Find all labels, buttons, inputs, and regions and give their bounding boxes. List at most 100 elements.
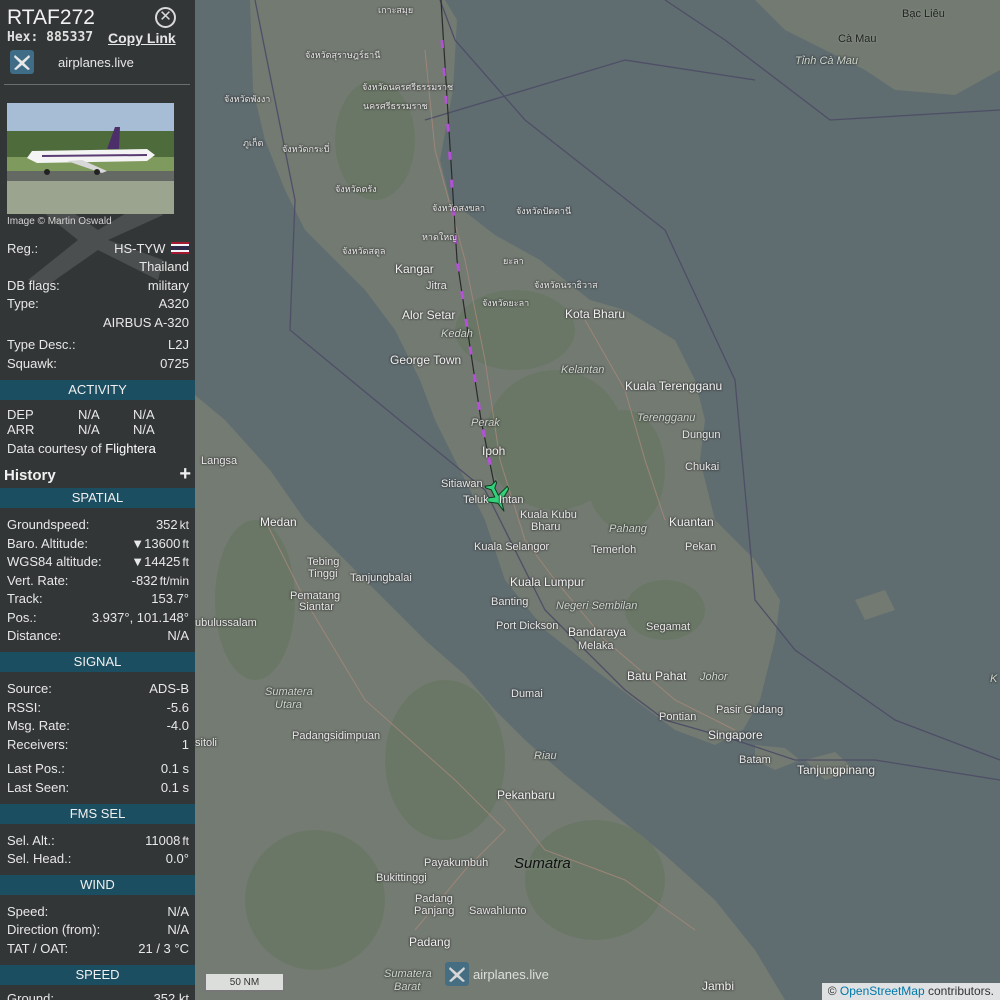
spatial-section-header: SPATIAL xyxy=(0,488,195,508)
map-label: Negeri Sembilan xyxy=(556,600,638,612)
baro-altitude-value-wrap: ▼13600 ft xyxy=(131,536,189,551)
map-label: George Town xyxy=(390,353,462,367)
map-label: Kuala Lumpur xyxy=(510,575,585,589)
hex-value: 885337 xyxy=(46,30,94,45)
openstreetmap-link[interactable]: OpenStreetMap xyxy=(840,984,925,998)
source-value: ADS-B xyxy=(149,681,189,696)
history-toggle[interactable]: History + xyxy=(0,463,195,488)
type-name-value: AIRBUS A-320 xyxy=(103,315,189,330)
thailand-flag-icon xyxy=(171,242,189,254)
distance-value: N/A xyxy=(167,628,189,643)
track-row: Track: 153.7° xyxy=(7,591,189,609)
history-label: History xyxy=(4,467,56,484)
map-label: Kota Bharu xyxy=(565,307,626,321)
map-label: ภูเก็ต xyxy=(243,138,264,148)
wind-direction-value: N/A xyxy=(167,922,189,937)
map-label: Payakumbuh xyxy=(424,857,489,869)
map-label: Singapore xyxy=(708,728,763,742)
squawk-label: Squawk: xyxy=(7,356,57,371)
arr-label: ARR xyxy=(7,422,35,437)
rssi-row: RSSI: -5.6 xyxy=(7,700,189,718)
wind-direction-row: Direction (from): N/A xyxy=(7,922,189,940)
tat-oat-label: TAT / OAT: xyxy=(7,941,69,956)
map-label: จังหวัดปัตตานี xyxy=(516,206,572,216)
map-label: ubulussalam xyxy=(195,617,257,629)
map-label: Tanjungpinang xyxy=(797,763,876,777)
ground-speed-label: Ground: xyxy=(7,991,54,1000)
map-label: Kelantan xyxy=(561,364,605,376)
map-label: Sumatera xyxy=(384,968,432,980)
map-label: Pontian xyxy=(659,711,697,723)
map-label: Port Dickson xyxy=(496,620,559,632)
data-courtesy: Data courtesy of Flightera xyxy=(7,441,156,456)
reg-value-wrap: HS-TYW xyxy=(114,241,189,256)
sel-head-label: Sel. Head.: xyxy=(7,851,72,866)
db-flags-label: DB flags: xyxy=(7,278,60,293)
map-label: Kuala Kubu xyxy=(520,509,577,521)
sel-head-value: 0.0° xyxy=(165,851,189,866)
map-label: Sitiawan xyxy=(441,478,483,490)
map-label: Pekan xyxy=(685,541,717,553)
position-row: Pos.: 3.937°, 101.148° xyxy=(7,610,189,628)
attribution-prefix: © xyxy=(827,984,837,998)
activity-section-header: ACTIVITY xyxy=(0,380,195,400)
country-row: Thailand xyxy=(7,259,189,277)
flightera-link[interactable]: Flightera xyxy=(105,441,156,456)
map-label: ยะลา xyxy=(503,256,524,266)
map-label: Batam xyxy=(739,754,771,766)
copy-link-button[interactable]: Copy Link xyxy=(108,30,176,46)
airplanes-live-logo-icon xyxy=(10,50,34,74)
map-label: Jambi xyxy=(702,979,735,993)
msg-rate-label: Msg. Rate: xyxy=(7,718,70,733)
close-button[interactable]: ✕ xyxy=(155,7,176,28)
sel-alt-row: Sel. Alt.: 11008 ft xyxy=(7,833,189,851)
map-label: Alor Setar xyxy=(402,308,456,322)
wgs84-altitude-value-wrap: ▼14425 ft xyxy=(131,554,189,569)
map-label: Cà Mau xyxy=(838,33,877,45)
signal-section-header: SIGNAL xyxy=(0,652,195,672)
map-label: Kuala Selangor xyxy=(474,541,550,553)
type-desc-label: Type Desc.: xyxy=(7,337,76,352)
expand-plus-icon[interactable]: + xyxy=(179,463,191,486)
map-label: Utara xyxy=(275,699,302,711)
wgs84-altitude-value: ▼14425 xyxy=(131,554,181,569)
attribution-suffix: contributors. xyxy=(927,984,994,998)
close-icon: ✕ xyxy=(159,8,172,25)
wind-section-header: WIND xyxy=(0,875,195,895)
msg-rate-row: Msg. Rate: -4.0 xyxy=(7,718,189,736)
map-label: Terengganu xyxy=(637,412,696,424)
vert-rate-value-wrap: -832 ft/min xyxy=(132,573,189,588)
ground-speed-value: 352 kt xyxy=(153,991,189,1000)
map-label: Padang xyxy=(415,893,453,905)
title-row: RTAF272 ✕ xyxy=(0,0,195,32)
vert-rate-value: -832 xyxy=(131,573,158,588)
aircraft-photo[interactable] xyxy=(7,103,174,214)
map-brand-watermark: airplanes.live xyxy=(445,962,549,986)
distance-label: Distance: xyxy=(7,628,62,643)
map-scale-bar: 50 NM xyxy=(204,974,285,992)
map-label: Kangar xyxy=(395,262,434,276)
map-label: Panjang xyxy=(414,905,455,917)
type-name-row: AIRBUS A-320 xyxy=(7,315,189,333)
squawk-row: Squawk: 0725 xyxy=(7,356,189,374)
map-label: Pasir Gudang xyxy=(716,704,784,716)
brand-link[interactable]: airplanes.live xyxy=(10,50,134,74)
tat-oat-row: TAT / OAT: 21 / 3 °C xyxy=(7,941,189,959)
callsign-title: RTAF272 xyxy=(7,6,95,29)
type-value: A320 xyxy=(158,296,189,311)
sel-alt-unit: ft xyxy=(182,834,189,848)
wind-speed-label: Speed: xyxy=(7,904,49,919)
map-label: Johor xyxy=(700,671,728,683)
map-label: Barat xyxy=(394,981,421,993)
map-label: Batu Pahat xyxy=(627,669,687,683)
map-label: Bandaraya xyxy=(568,625,627,639)
type-desc-row: Type Desc.: L2J xyxy=(7,337,189,355)
map-view[interactable]: Bạc Liêu Cà Mau Tỉnh Cà Mau เกาะสมุย จัง… xyxy=(195,0,1000,1000)
map-label: Segamat xyxy=(646,621,691,633)
dep-label: DEP xyxy=(7,407,34,422)
db-flags-value: military xyxy=(147,278,189,293)
last-pos-row: Last Pos.: 0.1 s xyxy=(7,761,189,779)
map-label: จังหวัดยะลา xyxy=(482,298,530,308)
rssi-label: RSSI: xyxy=(7,700,41,715)
track-label: Track: xyxy=(7,591,43,606)
